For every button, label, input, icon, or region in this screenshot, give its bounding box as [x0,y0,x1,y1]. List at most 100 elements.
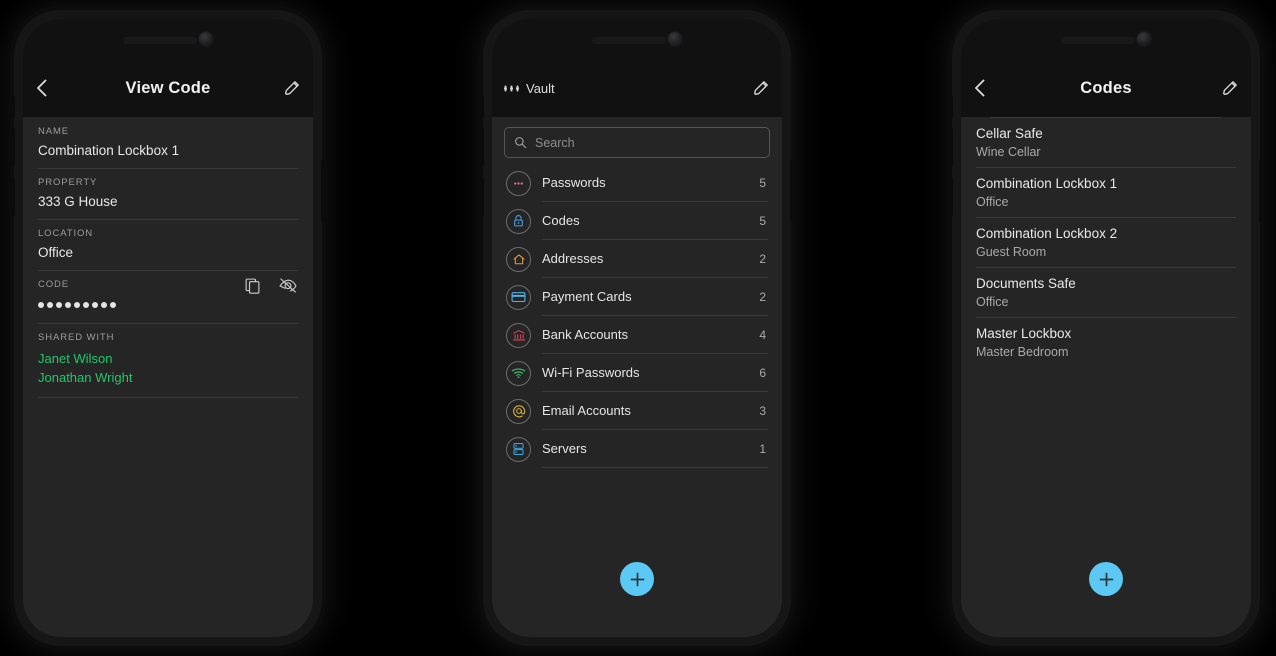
field-value: 333 G House [38,194,118,209]
category-row-passwords[interactable]: Passwords 5 [492,164,782,202]
field-location: LOCATION Office [23,219,313,270]
category-label: Codes [542,213,580,228]
vault-menu-button[interactable]: Vault [504,81,555,96]
phone2-navbar: Vault [492,19,782,117]
category-label: Email Accounts [542,403,631,418]
list-end-divider [991,117,1221,118]
back-button[interactable] [973,78,986,98]
category-count: 2 [759,251,766,266]
plus-icon [630,572,644,586]
edit-button[interactable] [283,79,301,97]
category-count: 1 [759,441,766,456]
list-item-subtitle: Wine Cellar [976,145,1041,159]
list-item-subtitle: Office [976,195,1009,209]
list-item[interactable]: Documents Safe Office [961,267,1251,317]
pencil-icon [1223,81,1237,95]
back-button[interactable] [35,78,48,98]
category-label: Passwords [542,175,606,190]
list-item-subtitle: Master Bedroom [976,345,1069,359]
silent-switch[interactable] [11,96,15,118]
list-item[interactable]: Cellar Safe Wine Cellar [961,117,1251,167]
power-button[interactable] [321,160,325,222]
at-sign-icon [506,398,531,424]
server-icon [506,436,531,462]
volume-down-button[interactable] [480,178,484,216]
phone3-content: Cellar Safe Wine Cellar Combination Lock… [961,117,1251,637]
power-button[interactable] [790,160,794,222]
list-item[interactable]: Combination Lockbox 1 Office [961,167,1251,217]
category-row-bank-accounts[interactable]: Bank Accounts 4 [492,316,782,354]
field-label: LOCATION [38,228,94,239]
field-code: CODE [23,270,313,323]
silent-switch[interactable] [480,96,484,118]
power-button[interactable] [1259,160,1263,222]
category-label: Wi-Fi Passwords [542,365,640,380]
earpiece-speaker [592,37,666,43]
edit-button[interactable] [752,79,770,97]
page-title: Codes [1080,78,1132,97]
copy-icon [245,278,260,294]
list-item-title: Cellar Safe [976,126,1043,141]
search-box[interactable] [504,127,770,158]
list-item[interactable]: Combination Lockbox 2 Guest Room [961,217,1251,267]
pencil-icon [285,81,299,95]
field-label: NAME [38,126,70,137]
field-name: NAME Combination Lockbox 1 [23,117,313,168]
vault-title: Vault [526,80,555,96]
earpiece-speaker [123,37,197,43]
category-row-wifi-passwords[interactable]: Wi-Fi Passwords 6 [492,354,782,392]
phone-device-view-code: View Code NAME Combination Lockbox 1 PRO… [11,10,325,646]
add-item-fab[interactable] [1089,562,1123,596]
category-row-addresses[interactable]: Addresses 2 [492,240,782,278]
list-item-subtitle: Guest Room [976,245,1047,259]
phone1-content: NAME Combination Lockbox 1 PROPERTY 333 … [23,117,313,637]
search-container [492,117,782,162]
category-count: 4 [759,327,766,342]
field-label: CODE [38,279,70,290]
phone-bezel: Codes Cellar Safe Wine Cellar Combinatio… [961,19,1251,637]
eye-off-icon [279,278,297,293]
phone-bezel: Vault Search Passwords 5 Codes 5 Address… [492,19,782,637]
category-count: 3 [759,403,766,418]
toggle-code-visibility-button[interactable] [278,277,298,299]
list-item[interactable]: Master Lockbox Master Bedroom [961,317,1251,367]
phone1-screen: View Code NAME Combination Lockbox 1 PRO… [23,19,313,637]
masked-code-value [38,296,116,313]
add-item-fab[interactable] [620,562,654,596]
category-count: 6 [759,365,766,380]
category-row-payment-cards[interactable]: Payment Cards 2 [492,278,782,316]
phone2-screen: Vault Search Passwords 5 Codes 5 Address… [492,19,782,637]
volume-up-button[interactable] [480,128,484,166]
volume-up-button[interactable] [949,128,953,166]
front-camera [199,32,213,46]
category-row-servers[interactable]: Servers 1 [492,430,782,468]
volume-down-button[interactable] [11,178,15,216]
front-camera [1137,32,1151,46]
category-row-email-accounts[interactable]: Email Accounts 3 [492,392,782,430]
phone3-navbar: Codes [961,19,1251,117]
silent-switch[interactable] [949,96,953,118]
shared-person[interactable]: Jonathan Wright [38,368,298,387]
field-value: Combination Lockbox 1 [38,143,180,158]
category-label: Payment Cards [542,289,632,304]
copy-code-button[interactable] [244,277,261,299]
earpiece-speaker [1061,37,1135,43]
category-row-codes[interactable]: Codes 5 [492,202,782,240]
front-camera [668,32,682,46]
category-label: Bank Accounts [542,327,628,342]
volume-down-button[interactable] [949,178,953,216]
chevron-left-icon [975,79,985,97]
category-label: Addresses [542,251,604,266]
edit-button[interactable] [1221,79,1239,97]
field-value: Office [38,245,74,260]
category-label: Servers [542,441,587,456]
field-property: PROPERTY 333 G House [23,168,313,219]
category-count: 2 [759,289,766,304]
search-input[interactable] [535,135,760,150]
category-count: 5 [759,213,766,228]
phone1-navbar: View Code [23,19,313,117]
phone2-content: Passwords 5 [492,117,782,637]
codes-list: Cellar Safe Wine Cellar Combination Lock… [961,117,1251,367]
volume-up-button[interactable] [11,128,15,166]
shared-person[interactable]: Janet Wilson [38,349,298,368]
